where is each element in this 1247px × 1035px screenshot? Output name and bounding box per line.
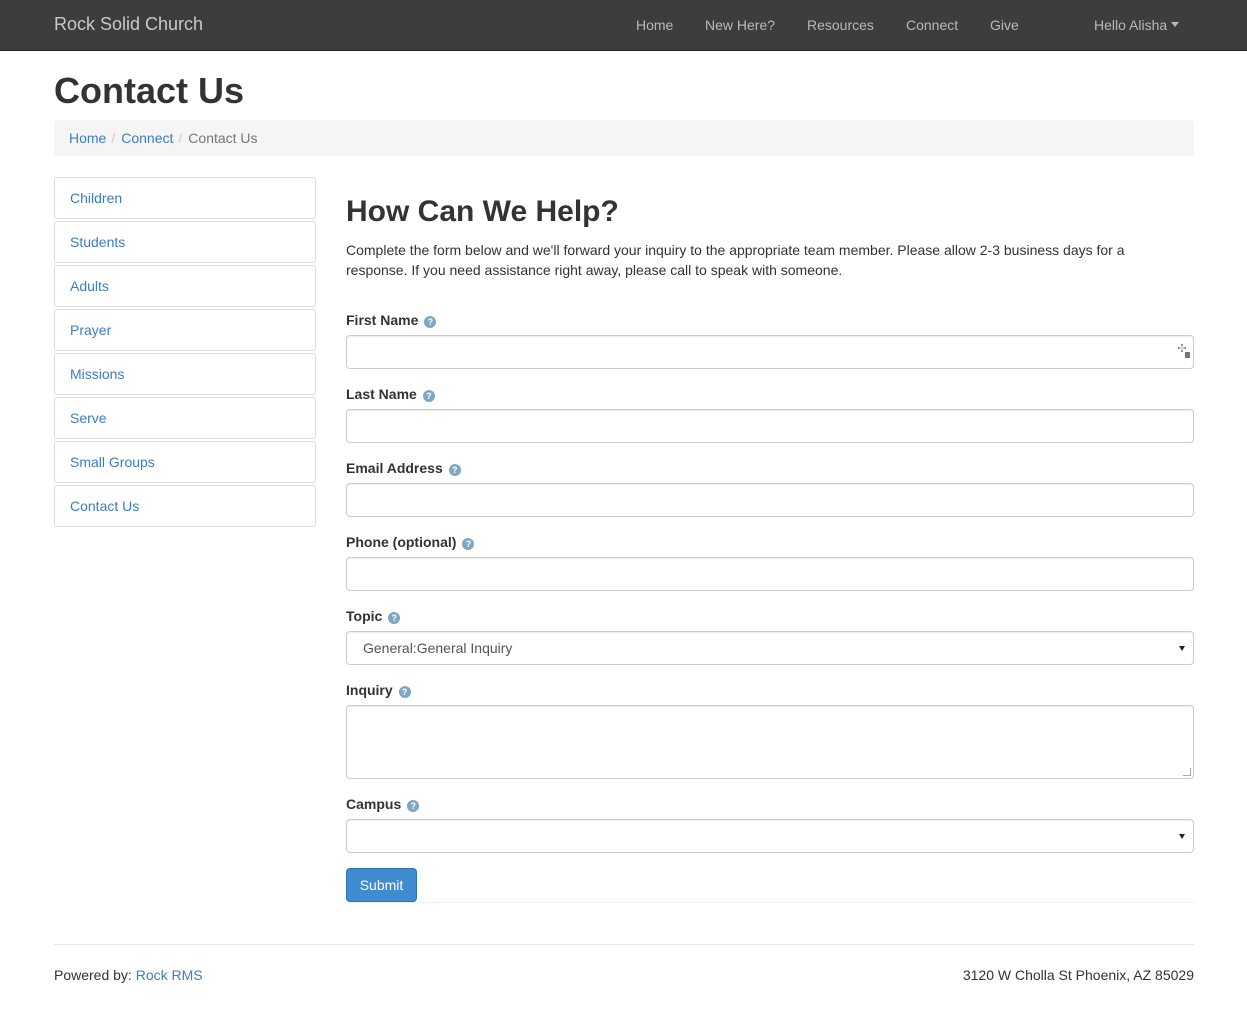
powered-by-label: Powered by: bbox=[54, 967, 132, 983]
sidebar-nav: Children Students Adults Prayer Missions… bbox=[54, 177, 316, 529]
first-name-label-text: First Name bbox=[346, 312, 419, 328]
help-icon[interactable]: ? bbox=[407, 800, 420, 812]
rock-rms-link[interactable]: Rock RMS bbox=[136, 967, 203, 983]
sidebar-item-children[interactable]: Children bbox=[54, 177, 316, 219]
help-icon[interactable]: ? bbox=[422, 390, 435, 402]
sidebar-item-students[interactable]: Students bbox=[54, 221, 316, 263]
inquiry-label-text: Inquiry bbox=[346, 682, 393, 698]
inquiry-label: Inquiry? bbox=[346, 682, 411, 698]
campus-label-text: Campus bbox=[346, 796, 402, 812]
breadcrumb-separator: / bbox=[111, 130, 116, 146]
breadcrumb-connect[interactable]: Connect bbox=[121, 130, 173, 146]
breadcrumb-home[interactable]: Home bbox=[69, 130, 106, 146]
topic-selected-value: General:General Inquiry bbox=[363, 640, 513, 656]
phone-label-text: Phone (optional) bbox=[346, 534, 457, 550]
breadcrumb-separator: / bbox=[178, 130, 183, 146]
email-label: Email Address? bbox=[346, 460, 461, 476]
help-icon[interactable]: ? bbox=[462, 538, 475, 550]
form-heading: How Can We Help? bbox=[346, 195, 619, 228]
autofill-key-icon[interactable] bbox=[1177, 343, 1191, 359]
sidebar-item-contact-us[interactable]: Contact Us bbox=[54, 485, 316, 527]
nav-new-here[interactable]: New Here? bbox=[705, 17, 775, 33]
form-intro: Complete the form below and we'll forwar… bbox=[346, 242, 1125, 278]
submit-button[interactable]: Submit bbox=[346, 868, 417, 902]
last-name-label-text: Last Name bbox=[346, 386, 417, 402]
footer-powered-by: Powered by: Rock RMS bbox=[54, 967, 203, 983]
phone-input[interactable] bbox=[346, 557, 1194, 591]
topic-label: Topic? bbox=[346, 608, 401, 624]
sidebar-item-prayer[interactable]: Prayer bbox=[54, 309, 316, 351]
first-name-input[interactable] bbox=[346, 335, 1194, 369]
help-icon[interactable]: ? bbox=[448, 464, 461, 476]
page-title: Contact Us bbox=[54, 70, 245, 111]
help-icon[interactable]: ? bbox=[388, 612, 401, 624]
inquiry-textarea[interactable] bbox=[346, 705, 1194, 779]
brand-link[interactable]: Rock Solid Church bbox=[54, 14, 203, 35]
breadcrumb-current: Contact Us bbox=[188, 130, 258, 146]
user-menu[interactable]: Hello Alisha bbox=[1094, 17, 1180, 33]
help-icon[interactable]: ? bbox=[424, 316, 437, 328]
sidebar-item-small-groups[interactable]: Small Groups bbox=[54, 441, 316, 483]
footer-address: 3120 W Cholla St Phoenix, AZ 85029 bbox=[962, 967, 1194, 983]
phone-label: Phone (optional)? bbox=[346, 534, 475, 550]
user-menu-label: Hello Alisha bbox=[1094, 17, 1168, 33]
caret-down-icon bbox=[1179, 646, 1185, 651]
topic-label-text: Topic bbox=[346, 608, 383, 624]
nav-give[interactable]: Give bbox=[990, 17, 1019, 33]
nav-home[interactable]: Home bbox=[636, 17, 673, 33]
sidebar-item-serve[interactable]: Serve bbox=[54, 397, 316, 439]
sidebar-item-missions[interactable]: Missions bbox=[54, 353, 316, 395]
top-navbar: Rock Solid Church Home New Here? Resourc… bbox=[0, 0, 1247, 51]
email-label-text: Email Address bbox=[346, 460, 443, 476]
breadcrumb: Home / Connect / Contact Us bbox=[54, 120, 1194, 156]
email-input[interactable] bbox=[346, 483, 1194, 517]
nav-resources[interactable]: Resources bbox=[807, 17, 874, 33]
sidebar-item-adults[interactable]: Adults bbox=[54, 265, 316, 307]
topic-select[interactable]: General:General Inquiry bbox=[346, 631, 1194, 665]
form-divider bbox=[346, 902, 1194, 903]
help-icon[interactable]: ? bbox=[398, 686, 411, 698]
first-name-label: First Name? bbox=[346, 312, 437, 328]
nav-connect[interactable]: Connect bbox=[906, 17, 958, 33]
last-name-label: Last Name? bbox=[346, 386, 435, 402]
campus-label: Campus? bbox=[346, 796, 420, 812]
autofill-key-icon-svg bbox=[1178, 344, 1190, 358]
last-name-input[interactable] bbox=[346, 409, 1194, 443]
chevron-down-icon bbox=[1171, 22, 1180, 27]
resize-handle-icon[interactable] bbox=[1183, 768, 1191, 776]
campus-select[interactable] bbox=[346, 819, 1194, 853]
caret-down-icon bbox=[1179, 834, 1185, 839]
footer-divider bbox=[54, 944, 1194, 945]
